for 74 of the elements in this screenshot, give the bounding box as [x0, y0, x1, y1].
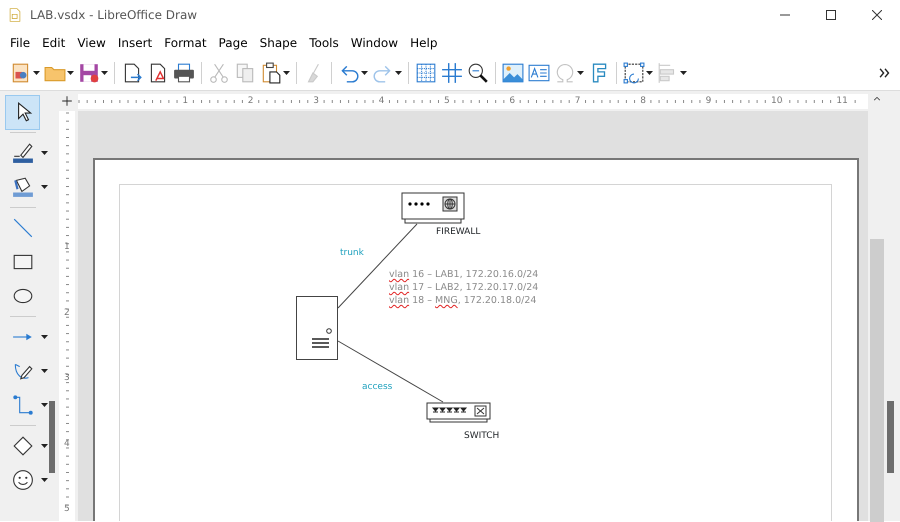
- image-icon: [502, 62, 524, 84]
- vlan-note-line: vlan 18 – MNG, 172.20.18.0/24: [389, 294, 536, 307]
- ruler-number: 3: [313, 97, 319, 106]
- maximize-icon: [826, 10, 836, 20]
- ruler-number: 11: [836, 97, 848, 106]
- app-icon: [8, 7, 22, 23]
- menu-item[interactable]: Shape: [254, 32, 304, 54]
- dropdown-caret-icon[interactable]: [361, 70, 368, 74]
- grid-icon: [415, 62, 437, 84]
- diamond-icon: [12, 435, 34, 457]
- ruler-number: 2: [64, 308, 70, 318]
- ruler-number: 4: [378, 97, 384, 106]
- server-icon: [296, 296, 338, 360]
- menu-item[interactable]: File: [4, 32, 36, 54]
- menu-item[interactable]: Page: [212, 32, 254, 54]
- scissors-icon: [208, 62, 230, 84]
- vertical-scrollbar[interactable]: [868, 91, 886, 521]
- sidebar-handle[interactable]: [887, 401, 894, 473]
- line-color-icon: [12, 142, 34, 164]
- connector-icon: [12, 394, 34, 416]
- ruler-number: 5: [444, 97, 450, 106]
- ruler-number: 4: [64, 440, 70, 449]
- dropdown-caret-icon[interactable]: [41, 478, 48, 482]
- zoom-icon: [467, 62, 489, 84]
- dropdown-caret-icon[interactable]: [646, 70, 653, 74]
- ruler-number: 1: [182, 97, 188, 106]
- smiley-icon: [12, 469, 34, 491]
- dropdown-caret-icon[interactable]: [41, 185, 48, 189]
- scroll-up-icon: [872, 95, 882, 103]
- ruler-number: 9: [706, 97, 712, 106]
- menu-item[interactable]: View: [71, 32, 112, 54]
- printer-icon: [173, 62, 195, 84]
- dropdown-caret-icon[interactable]: [41, 403, 48, 407]
- crosshair-icon: [61, 95, 73, 107]
- ruler-number: 10: [771, 97, 782, 106]
- ruler-number: 3: [64, 374, 70, 384]
- ruler-number: 5: [64, 505, 70, 514]
- dropdown-caret-icon[interactable]: [41, 335, 48, 339]
- dropdown-caret-icon[interactable]: [41, 444, 48, 448]
- link-label: trunk: [340, 249, 364, 258]
- scrollbar-thumb[interactable]: [870, 239, 884, 522]
- menu-item[interactable]: Insert: [112, 32, 158, 54]
- dropdown-caret-icon[interactable]: [101, 70, 108, 74]
- copy-icon: [234, 62, 256, 84]
- rotate-frame-icon: [623, 62, 645, 84]
- fill-color-icon: [12, 176, 34, 198]
- link-label: access: [362, 383, 392, 392]
- menu-item[interactable]: Tools: [303, 32, 345, 54]
- ruler-number: 2: [248, 97, 254, 106]
- node-label: FIREWALL: [436, 228, 480, 237]
- chevron-icon: [878, 66, 892, 80]
- line-icon: [12, 217, 34, 239]
- dropdown-caret-icon[interactable]: [283, 70, 290, 74]
- omega-icon: [554, 62, 576, 84]
- menu-item[interactable]: Help: [404, 32, 444, 54]
- vlan-note-line: vlan 17 – LAB2, 172.20.17.0/24: [389, 281, 538, 294]
- close-icon: [872, 10, 882, 20]
- dropdown-caret-icon[interactable]: [33, 70, 40, 74]
- toolbar-handle[interactable]: [49, 401, 55, 473]
- dropdown-caret-icon[interactable]: [41, 369, 48, 373]
- hash-icon: [441, 62, 463, 84]
- clipboard-icon: [260, 62, 282, 84]
- node-label: SWITCH: [464, 432, 500, 441]
- dropdown-caret-icon[interactable]: [41, 151, 48, 155]
- menu-item[interactable]: Format: [158, 32, 213, 54]
- dropdown-caret-icon[interactable]: [67, 70, 74, 74]
- ruler-number: 6: [509, 97, 516, 106]
- ruler-number: 8: [640, 97, 646, 106]
- menu-item[interactable]: Edit: [36, 32, 72, 54]
- ruler-number: 7: [574, 97, 581, 106]
- menu-item[interactable]: Window: [344, 32, 404, 54]
- window-title: LAB.vsdx - LibreOffice Draw: [30, 7, 198, 24]
- ruler-number: 1: [64, 243, 70, 252]
- vlan-note-line: vlan 16 – LAB1, 172.20.16.0/24: [389, 268, 538, 281]
